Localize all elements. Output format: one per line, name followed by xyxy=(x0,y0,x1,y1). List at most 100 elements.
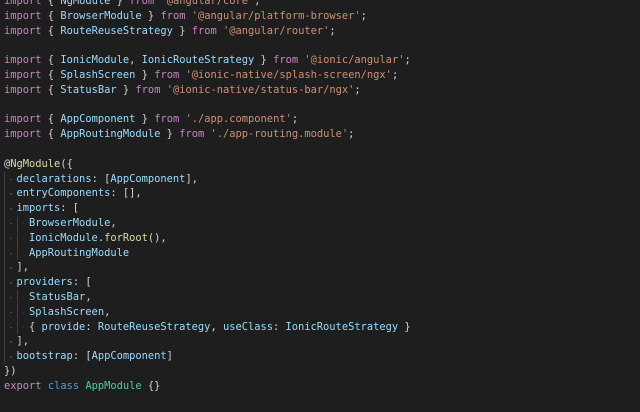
indent-guides xyxy=(4,245,29,261)
code-token: ; xyxy=(360,9,367,22)
code-token: IonicModule xyxy=(60,54,130,67)
code-token: SplashScreen xyxy=(29,305,105,318)
code-token: ] xyxy=(166,350,173,363)
code-token: SplashScreen xyxy=(60,68,136,81)
code-token: : [], xyxy=(110,187,142,200)
code-token: AppComponent xyxy=(60,113,136,126)
code-token: { xyxy=(29,320,42,333)
code-token: } xyxy=(116,83,136,96)
code-line[interactable]: declarations: [AppComponent], xyxy=(4,171,640,187)
code-editor[interactable]: import { NgModule } from '@angular/core'… xyxy=(0,0,640,412)
code-token: , xyxy=(129,54,142,67)
code-line[interactable]: ], xyxy=(4,334,640,349)
code-token: { xyxy=(41,24,61,37)
code-line[interactable]: IonicModule.forRoot(), xyxy=(4,230,640,246)
code-line[interactable]: { provide: RouteReuseStrategy, useClass:… xyxy=(4,319,640,335)
code-token: }) xyxy=(4,364,17,377)
code-token: AppComponent xyxy=(110,172,186,185)
code-line[interactable]: ], xyxy=(4,260,640,275)
indent-guide xyxy=(4,334,17,349)
indent-guides xyxy=(4,289,30,305)
indent-guide xyxy=(16,289,30,305)
code-token: : [ xyxy=(72,350,92,363)
code-token: imports xyxy=(16,202,61,215)
code-token: , xyxy=(104,305,111,318)
code-token: {} xyxy=(141,379,161,392)
code-token: from xyxy=(179,128,205,141)
code-token: StatusBar xyxy=(60,83,117,96)
code-line[interactable]: AppRoutingModule xyxy=(4,245,640,261)
code-line[interactable]: bootstrap: [AppComponent] xyxy=(4,349,640,364)
indent-guide xyxy=(4,349,17,364)
indent-guide xyxy=(4,275,17,290)
code-line[interactable]: import { BrowserModule } from '@angular/… xyxy=(4,9,640,24)
code-token: BrowserModule xyxy=(29,216,111,229)
code-token: } xyxy=(110,0,130,7)
indent-guide xyxy=(4,215,17,231)
code-line[interactable]: import { AppComponent } from './app.comp… xyxy=(4,112,640,127)
code-line[interactable]: import { IonicModule, IonicRouteStrategy… xyxy=(4,53,640,68)
indent-guide xyxy=(4,289,17,305)
code-line[interactable]: export class AppModule {} xyxy=(4,379,640,394)
code-token: import xyxy=(4,9,42,22)
code-token: } xyxy=(398,320,411,333)
code-token: { xyxy=(41,68,61,81)
code-line[interactable] xyxy=(4,38,640,53)
indent-guides xyxy=(4,201,17,216)
code-token: ; xyxy=(404,54,411,67)
code-token: AppModule xyxy=(85,379,142,392)
code-line[interactable]: entryComponents: [], xyxy=(4,186,640,201)
code-token: : xyxy=(273,320,286,333)
indent-guide xyxy=(4,201,17,216)
code-token: from xyxy=(129,0,155,7)
code-token: provide xyxy=(41,320,86,333)
indent-guides xyxy=(4,334,17,349)
code-token: AppRoutingModule xyxy=(60,128,161,141)
code-line[interactable]: import { StatusBar } from '@ionic-native… xyxy=(4,83,640,98)
code-token: from xyxy=(135,83,161,96)
code-line[interactable]: import { RouteReuseStrategy } from '@ang… xyxy=(4,24,640,39)
indent-guide xyxy=(4,319,17,335)
code-line[interactable] xyxy=(4,142,640,157)
indent-guide xyxy=(4,171,17,187)
code-token: { xyxy=(41,113,61,126)
code-token: ; xyxy=(254,0,261,7)
code-token: from xyxy=(160,9,186,22)
code-token: AppRoutingModule xyxy=(29,246,130,259)
code-token: (), xyxy=(147,231,167,244)
code-token: IonicRouteStrategy xyxy=(141,54,255,67)
code-token: import xyxy=(4,83,42,96)
code-token: ], xyxy=(185,172,198,185)
code-token: '@ionic-native/status-bar/ngx' xyxy=(166,83,355,96)
code-token: } xyxy=(254,54,274,67)
code-token: ; xyxy=(391,68,399,81)
code-token: ; xyxy=(291,113,299,126)
code-line[interactable]: SplashScreen, xyxy=(4,304,640,320)
indent-guides xyxy=(4,349,17,364)
code-token: ; xyxy=(348,128,355,141)
code-token: from xyxy=(191,24,217,37)
indent-guide xyxy=(16,215,30,231)
code-line[interactable]: providers: [ xyxy=(4,275,640,290)
code-line[interactable]: }) xyxy=(4,364,640,379)
code-token: RouteReuseStrategy xyxy=(97,320,211,333)
code-line[interactable]: StatusBar, xyxy=(4,289,640,305)
code-line[interactable]: import { NgModule } from '@angular/core'… xyxy=(4,0,640,9)
code-line[interactable]: imports: [ xyxy=(4,201,640,216)
code-line[interactable]: BrowserModule, xyxy=(4,215,640,231)
indent-guides xyxy=(4,230,30,246)
code-line[interactable]: @NgModule({ xyxy=(4,157,640,172)
code-line[interactable] xyxy=(4,98,640,113)
code-line[interactable]: import { SplashScreen } from '@ionic-nat… xyxy=(4,68,640,83)
indent-guide xyxy=(16,230,30,246)
code-token: { xyxy=(41,0,61,7)
code-token: AppComponent xyxy=(91,350,167,363)
code-token: , xyxy=(210,320,223,333)
code-line[interactable]: import { AppRoutingModule } from './app-… xyxy=(4,127,640,142)
code-token: } xyxy=(141,9,161,22)
code-token: } xyxy=(160,128,180,141)
code-token: } xyxy=(135,113,155,126)
code-token: ; xyxy=(354,83,361,96)
code-token: : [ xyxy=(60,202,80,215)
indent-guide xyxy=(4,186,17,201)
